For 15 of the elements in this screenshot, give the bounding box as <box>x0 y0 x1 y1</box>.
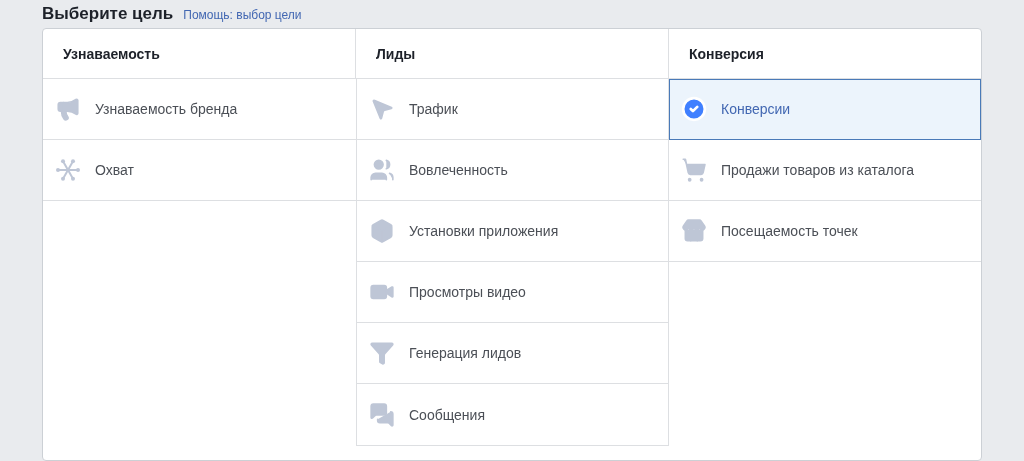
help-link[interactable]: Помощь: выбор цели <box>183 8 302 22</box>
objective-option[interactable]: Продажи товаров из каталога <box>669 140 981 201</box>
column-header: Узнаваемость <box>43 29 356 79</box>
column-header: Лиды <box>356 29 669 79</box>
objective-option[interactable]: Просмотры видео <box>357 262 668 323</box>
objective-option[interactable]: Узнаваемость бренда <box>43 79 356 140</box>
objective-option[interactable]: Конверсии <box>669 79 981 140</box>
objective-option[interactable]: Генерация лидов <box>357 323 668 384</box>
objective-option[interactable]: Охват <box>43 140 356 201</box>
objective-option[interactable]: Вовлеченность <box>357 140 668 201</box>
objective-option[interactable]: Посещаемость точек <box>669 201 981 262</box>
page-title: Выберите цель <box>42 4 174 24</box>
objective-option[interactable]: Установки приложения <box>357 201 668 262</box>
objective-option[interactable]: Трафик <box>357 79 668 140</box>
objective-option[interactable]: Сообщения <box>357 384 668 445</box>
